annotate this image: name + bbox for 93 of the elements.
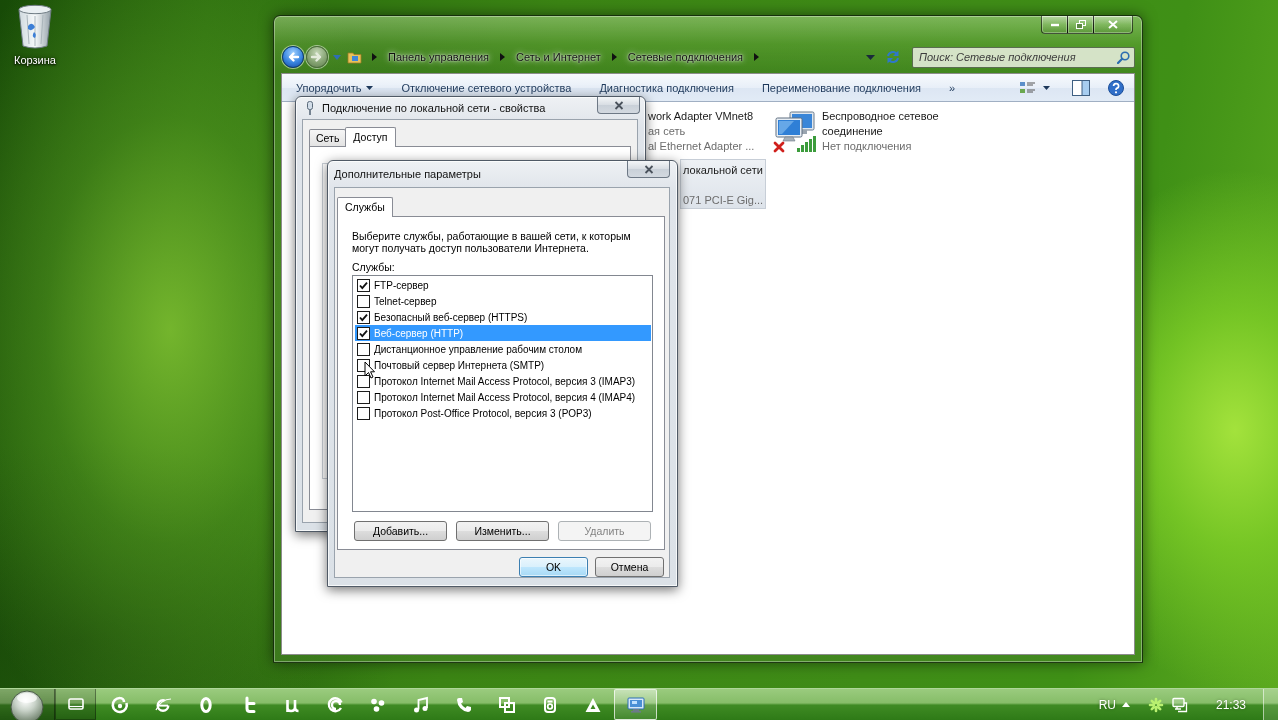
mouse-pointer-icon bbox=[364, 361, 375, 379]
list-item[interactable]: Безопасный веб-сервер (HTTPS) bbox=[355, 309, 651, 325]
connection-item[interactable]: Беспроводное сетевое соединение Нет подключения bbox=[773, 109, 1134, 155]
services-list[interactable] bbox=[352, 275, 653, 512]
connection-item[interactable]: локальной сети 071 PCI-E Gig... bbox=[680, 159, 766, 209]
close-icon bbox=[613, 100, 624, 110]
swirl-icon bbox=[110, 695, 129, 714]
restore-button[interactable] bbox=[1067, 16, 1094, 34]
clock[interactable]: 21:33 bbox=[1215, 697, 1246, 712]
desktop-icon-label[interactable]: Корзина bbox=[14, 54, 56, 66]
list-action-button[interactable]: Добавить... bbox=[354, 521, 447, 541]
minimize-button[interactable] bbox=[1041, 16, 1068, 34]
checkbox[interactable] bbox=[357, 294, 370, 308]
arrow-right-icon bbox=[310, 51, 324, 63]
checkbox[interactable] bbox=[357, 310, 370, 324]
tab[interactable]: Службы bbox=[337, 197, 393, 217]
connection-status: Нет подключения bbox=[822, 139, 913, 154]
checkbox[interactable] bbox=[357, 278, 370, 292]
command-button[interactable]: Отключение сетевого устройства bbox=[394, 76, 579, 99]
description-text: Выберите службы, работающие в вашей сети, к которым могут получать доступ пользователи Интернета. bbox=[352, 230, 632, 254]
back-button[interactable] bbox=[282, 46, 304, 68]
command-button[interactable]: Диагностика подключения bbox=[592, 76, 741, 99]
search-field[interactable]: Поиск: Сетевые подключения bbox=[912, 46, 1135, 68]
start-button[interactable] bbox=[0, 689, 55, 720]
dialog-title: Подключение по локальной сети - свойства bbox=[322, 102, 546, 114]
wireless-network-icon bbox=[773, 109, 819, 155]
network-icon[interactable] bbox=[1171, 696, 1188, 713]
caret-down-icon[interactable] bbox=[1043, 85, 1050, 90]
start-orb-icon bbox=[10, 689, 44, 720]
list-item[interactable]: Протокол Internet Mail Access Protocol, версия 3 (IMAP3) bbox=[355, 373, 651, 389]
close-icon bbox=[1108, 20, 1118, 29]
adapter-name: 071 PCI-E Gig... bbox=[683, 193, 764, 208]
squares-icon bbox=[497, 695, 516, 714]
command-button[interactable]: Переименование подключения bbox=[754, 76, 929, 99]
e-logo-icon bbox=[153, 695, 172, 714]
spiral-icon bbox=[325, 695, 344, 714]
close-icon bbox=[643, 164, 654, 174]
breadcrumb-item[interactable]: Сеть и Интернет bbox=[507, 47, 610, 67]
list-item[interactable]: Дистанционное управление рабочим столом bbox=[355, 341, 651, 357]
tab[interactable]: Сеть bbox=[309, 129, 347, 146]
search-icon[interactable] bbox=[1117, 50, 1130, 64]
tab[interactable]: Доступ bbox=[345, 127, 396, 147]
connection-item[interactable]: work Adapter VMnet8 ая сеть al Ethernet Adapter ... bbox=[648, 109, 766, 155]
arrow-left-icon bbox=[286, 51, 300, 63]
checkbox[interactable] bbox=[357, 374, 370, 388]
list-action-button[interactable]: Изменить... bbox=[456, 521, 549, 541]
list-action-button: Удалить bbox=[558, 521, 651, 541]
language-indicator[interactable]: RU bbox=[1098, 697, 1116, 712]
folder-icon[interactable] bbox=[347, 50, 362, 64]
dialog-button[interactable]: Отмена bbox=[595, 557, 664, 577]
breadcrumb-item[interactable]: Панель управления bbox=[379, 47, 499, 67]
list-label: Службы: bbox=[352, 261, 396, 273]
connection-name: Беспроводное сетевое соединение bbox=[822, 109, 940, 139]
list-item[interactable]: Протокол Internet Mail Access Protocol, версия 4 (IMAP4) bbox=[355, 389, 651, 405]
trash-bin-icon[interactable] bbox=[17, 4, 53, 50]
show-desktop-button[interactable] bbox=[1263, 689, 1278, 720]
close-button[interactable] bbox=[627, 161, 670, 178]
more-commands-button[interactable]: » bbox=[942, 76, 963, 99]
window-icon bbox=[66, 695, 85, 713]
list-item[interactable]: Протокол Post-Office Protocol, версия 3 (POP3) bbox=[355, 405, 651, 421]
chevron-right-icon[interactable] bbox=[372, 53, 377, 61]
connection-name: work Adapter VMnet8 bbox=[648, 109, 755, 124]
phone-icon bbox=[454, 695, 473, 714]
close-button[interactable] bbox=[1093, 16, 1133, 34]
view-options-icon[interactable] bbox=[1019, 80, 1037, 95]
caret-down-icon bbox=[366, 85, 374, 90]
list-item[interactable]: FTP-сервер bbox=[355, 277, 651, 293]
chevron-right-icon[interactable] bbox=[754, 53, 760, 61]
music-note-icon bbox=[411, 695, 430, 714]
menu-button[interactable]: Упорядочить bbox=[289, 76, 381, 99]
monitor-icon bbox=[626, 695, 645, 714]
preview-pane-icon[interactable] bbox=[1072, 79, 1090, 96]
minimize-icon bbox=[1049, 22, 1060, 27]
checkbox[interactable] bbox=[357, 326, 370, 340]
breadcrumb-item[interactable]: Сетевые подключения bbox=[618, 47, 753, 67]
restore-icon bbox=[1075, 20, 1086, 29]
dialog-title: Дополнительные параметры bbox=[334, 168, 481, 180]
chevron-right-icon[interactable] bbox=[500, 53, 506, 61]
checkbox[interactable] bbox=[357, 406, 370, 420]
asterisk-icon[interactable] bbox=[1147, 696, 1164, 713]
connection-name: локальной сети bbox=[683, 163, 764, 178]
chevron-right-icon[interactable] bbox=[611, 53, 617, 61]
help-icon[interactable] bbox=[1108, 79, 1124, 96]
close-button[interactable] bbox=[597, 97, 640, 114]
connection-status: ая сеть bbox=[648, 124, 687, 139]
list-item[interactable]: Telnet-сервер bbox=[355, 293, 651, 309]
dialog-button[interactable]: OK bbox=[519, 557, 588, 577]
caret-up-icon[interactable] bbox=[1121, 702, 1130, 707]
adapter-name: al Ethernet Adapter ... bbox=[648, 139, 755, 154]
plug-icon bbox=[305, 101, 315, 115]
checkbox[interactable] bbox=[357, 390, 370, 404]
checkbox[interactable] bbox=[357, 342, 370, 356]
taskbar-button[interactable] bbox=[55, 689, 96, 720]
